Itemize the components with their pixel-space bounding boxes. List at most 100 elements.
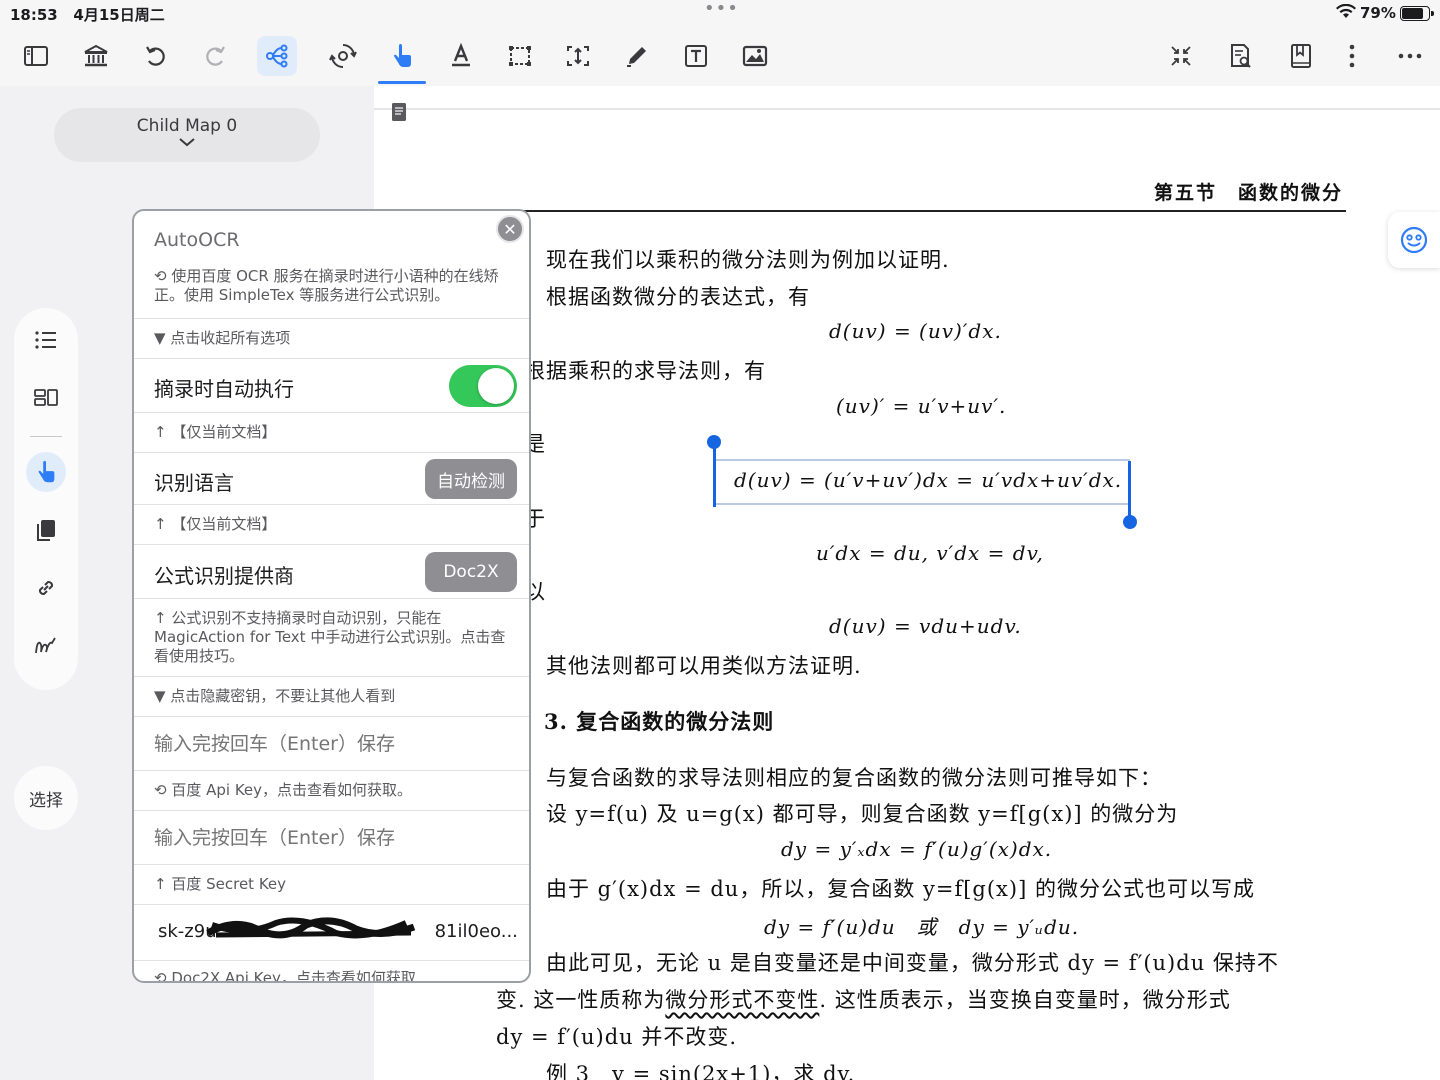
- doc-line: dy = f′(u)du 并不改变.: [496, 1025, 738, 1049]
- hand-pointer-icon[interactable]: [378, 36, 426, 84]
- formula-provider-label: 公式识别提供商: [154, 564, 294, 588]
- doc-line: 由此可见，无论 u 是自变量还是中间变量，微分形式 dy = f′(u)du 保…: [546, 951, 1279, 975]
- selection-handle-end[interactable]: [1123, 515, 1137, 529]
- language-row: 识别语言 自动检测: [134, 453, 529, 505]
- doc-equation: d(uv) = vdu+udv.: [829, 614, 1022, 638]
- doc-section-heading: 3. 复合函数的微分法则: [544, 709, 775, 734]
- bookmark-icon[interactable]: [1281, 36, 1321, 76]
- collapse-all-label: ▼ 点击收起所有选项: [154, 329, 291, 347]
- text-format-icon[interactable]: [441, 36, 481, 76]
- refresh-icon: ⟲: [154, 267, 172, 285]
- language-dropdown[interactable]: 自动检测: [425, 459, 517, 499]
- sidebar-icon[interactable]: [16, 36, 56, 76]
- close-button[interactable]: ✕: [496, 215, 524, 243]
- formula-provider-row: 公式识别提供商 Doc2X: [134, 545, 529, 599]
- doc-only-row-1: ↑ 【仅当前文档】: [134, 413, 529, 453]
- bank-icon[interactable]: [76, 36, 116, 76]
- doc-only-note: ↑ 【仅当前文档】: [154, 423, 277, 441]
- page-header-rule: [524, 210, 1346, 212]
- status-bar: 18:53 4月15日周二 ••• 79%: [0, 0, 1440, 28]
- collapse-all-row[interactable]: ▼ 点击收起所有选项: [134, 319, 529, 359]
- doc-line: 设 y=f(u) 及 u=g(x) 都可导，则复合函数 y=f[g(x)] 的微…: [546, 802, 1179, 826]
- doc-line: 根据函数微分的表达式，有: [546, 285, 810, 309]
- doc2x-key-note: Doc2X Api Key，点击查看如何获取: [171, 969, 416, 983]
- status-time: 18:53 4月15日周二: [10, 6, 165, 24]
- list-icon[interactable]: [26, 320, 66, 360]
- doc-equation: d(uv) = (uv)′dx.: [829, 319, 1002, 343]
- doc-line: 根据乘积的求导法则，有: [524, 359, 766, 383]
- side-rail: [14, 308, 78, 690]
- auto-exec-toggle[interactable]: [449, 365, 517, 407]
- assistant-face-icon[interactable]: [1388, 212, 1440, 268]
- baidu-api-key-note: 百度 Api Key，点击查看如何获取。: [171, 781, 413, 799]
- doc2x-key-row: sk-z9u 81il0eo...: [134, 905, 529, 961]
- selection-handle-start[interactable]: [707, 435, 721, 449]
- layout-icon[interactable]: [26, 378, 66, 418]
- battery-icon: [1400, 6, 1434, 21]
- refresh-icon: ⟲: [154, 781, 172, 799]
- baidu-api-key-input[interactable]: [154, 733, 509, 755]
- doc-line: 现在我们以乘积的微分法则为例加以证明.: [546, 248, 950, 272]
- formula-note-row[interactable]: ↑ 公式识别不支持摘录时自动识别，只能在 MagicAction for Tex…: [134, 599, 529, 677]
- settings-cycle-icon[interactable]: [323, 36, 363, 76]
- select-button[interactable]: 选择: [14, 766, 78, 830]
- baidu-secret-key-input[interactable]: [154, 827, 509, 849]
- wifi-icon: [1336, 4, 1356, 18]
- doc-line: 由于 g′(x)dx = du，所以，复合函数 y=f[g(x)] 的微分公式也…: [546, 877, 1255, 901]
- undo-icon[interactable]: [136, 36, 176, 76]
- battery-percent: 79%: [1360, 4, 1396, 22]
- more-horizontal-icon[interactable]: [1390, 36, 1430, 76]
- intro-note-row[interactable]: ⟲ 使用百度 OCR 服务在摘录时进行小语种的在线矫正。使用 SimpleTex…: [134, 263, 529, 319]
- link-icon[interactable]: [26, 568, 66, 608]
- baidu-api-note-row[interactable]: ⟲ 百度 Api Key，点击查看如何获取。: [134, 771, 529, 811]
- formula-note: ↑ 公式识别不支持摘录时自动识别，只能在 MagicAction for Tex…: [154, 609, 506, 665]
- handwriting-icon[interactable]: [26, 626, 66, 666]
- resize-icon[interactable]: [558, 36, 598, 76]
- hide-keys-row[interactable]: ▼ 点击隐藏密钥，不要让其他人看到: [134, 677, 529, 717]
- baidu-secret-key-note: ↑ 百度 Secret Key: [154, 875, 287, 893]
- child-map-label: Child Map 0: [136, 116, 238, 136]
- toolbar: [0, 28, 1440, 86]
- child-map-selector[interactable]: Child Map 0: [54, 108, 320, 162]
- rail-divider: [30, 436, 62, 437]
- doc-line: 其他法则都可以用类似方法证明.: [546, 654, 862, 678]
- baidu-api-key-row: [134, 717, 529, 771]
- doc-example: 例 3 y = sin(2x+1)，求 dy.: [546, 1062, 856, 1080]
- doc-equation: dy = f′(u)du 或 dy = y′ᵤdu.: [764, 915, 1080, 939]
- text-box-icon[interactable]: [676, 36, 716, 76]
- emphasized-term: 微分形式不变性: [665, 988, 820, 1012]
- auto-exec-label: 摘录时自动执行: [154, 377, 294, 401]
- chevron-down-icon: [179, 138, 195, 147]
- language-label: 识别语言: [154, 471, 234, 495]
- doc-search-icon[interactable]: [1220, 36, 1260, 76]
- pen-icon[interactable]: [617, 36, 657, 76]
- doc-only-note: ↑ 【仅当前文档】: [154, 515, 277, 533]
- textbook-page: 第五节 函数的微分 现在我们以乘积的微分法则为例加以证明. 根据函数微分的表达式…: [374, 86, 1440, 1080]
- doc-equation: d(uv) = (u′v+uv′)dx = u′vdx+uv′dx.: [734, 468, 1123, 492]
- copy-icon[interactable]: [26, 510, 66, 550]
- doc-equation: u′dx = du, v′dx = dv,: [816, 541, 1044, 565]
- doc-equation: (uv)′ = u′v+uv′.: [836, 394, 1007, 418]
- document-view[interactable]: 第五节 函数的微分 现在我们以乘积的微分法则为例加以证明. 根据函数微分的表达式…: [374, 86, 1440, 1080]
- hide-keys-label: ▼ 点击隐藏密钥，不要让其他人看到: [154, 687, 396, 705]
- hand-pointer-icon[interactable]: [26, 452, 66, 492]
- more-vertical-icon[interactable]: [1332, 36, 1372, 76]
- select-box-icon[interactable]: [500, 36, 540, 76]
- redo-icon[interactable]: [195, 36, 235, 76]
- redaction-scribble: [206, 917, 416, 939]
- doc2x-note-row[interactable]: ⟲ Doc2X Api Key，点击查看如何获取: [134, 961, 529, 983]
- multitask-dots[interactable]: •••: [704, 0, 739, 19]
- doc-line: 变. 这一性质称为微分形式不变性. 这性质表示，当变换自变量时，微分形式: [496, 988, 1231, 1012]
- doc-line: 与复合函数的求导法则相应的复合函数的微分法则可推导如下：: [546, 766, 1162, 790]
- autoocr-panel: AutoOCR ✕ ⟲ 使用百度 OCR 服务在摘录时进行小语种的在线矫正。使用…: [132, 209, 531, 983]
- baidu-secret-key-row: [134, 811, 529, 865]
- formula-provider-dropdown[interactable]: Doc2X: [425, 552, 517, 592]
- collapse-icon[interactable]: [1161, 36, 1201, 76]
- image-icon[interactable]: [735, 36, 775, 76]
- mindmap-icon[interactable]: [257, 36, 297, 76]
- panel-title: AutoOCR: [154, 229, 240, 251]
- baidu-secret-note-row: ↑ 百度 Secret Key: [134, 865, 529, 905]
- doc-only-row-2: ↑ 【仅当前文档】: [134, 505, 529, 545]
- refresh-icon: ⟲: [154, 969, 172, 983]
- intro-note: 使用百度 OCR 服务在摘录时进行小语种的在线矫正。使用 SimpleTex 等…: [154, 267, 499, 304]
